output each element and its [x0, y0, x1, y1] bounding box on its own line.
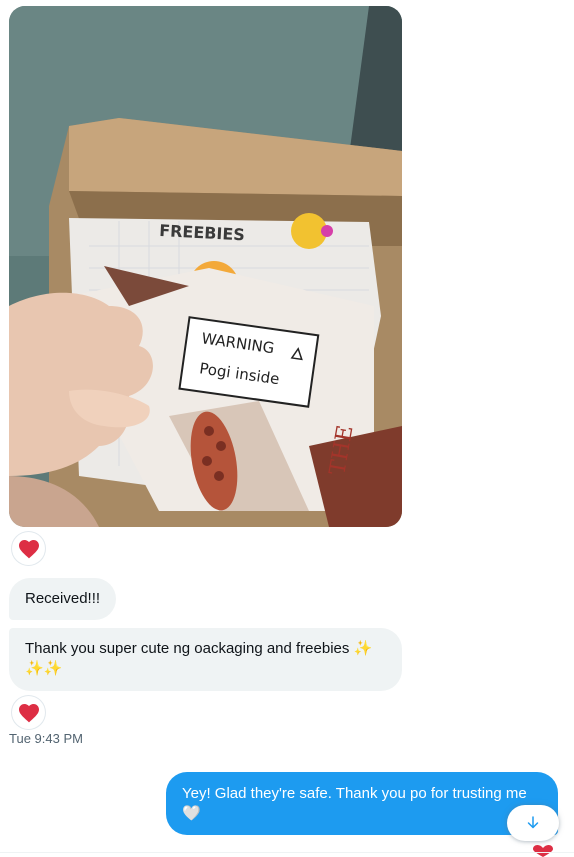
message-text: Thank you super cute ng oackaging and fr… [25, 640, 350, 657]
incoming-message-thanks[interactable]: Thank you super cute ng oackaging and fr… [9, 628, 402, 691]
incoming-message-received[interactable]: Received!!! [9, 578, 116, 620]
scroll-to-bottom-button[interactable] [507, 805, 559, 841]
message-reaction-heart[interactable] [12, 696, 45, 729]
message-text: Received!!! [25, 590, 101, 607]
sparkles-icon: ✨ [353, 640, 373, 657]
partial-heart-icon [533, 845, 553, 857]
dm-conversation: FREEBIES WARNING Pogi inside THE Receive… [0, 0, 574, 857]
message-text: Yey! Glad they're safe. Thank you po for… [182, 785, 527, 802]
arrow-down-icon [527, 816, 539, 829]
photo-envelope: FREEBIES WARNING Pogi inside THE [9, 6, 402, 527]
red-heart-icon [18, 539, 39, 558]
image-reaction-heart[interactable] [12, 532, 45, 565]
image-message[interactable]: FREEBIES WARNING Pogi inside THE [9, 6, 402, 527]
white-heart-icon: 🤍 [182, 805, 201, 822]
sparkles-icon: ✨✨ [25, 660, 63, 677]
message-timestamp: Tue 9:43 PM [9, 731, 83, 746]
outgoing-message[interactable]: Yey! Glad they're safe. Thank you po for… [166, 772, 558, 835]
divider [0, 852, 574, 853]
red-heart-icon [18, 703, 39, 722]
